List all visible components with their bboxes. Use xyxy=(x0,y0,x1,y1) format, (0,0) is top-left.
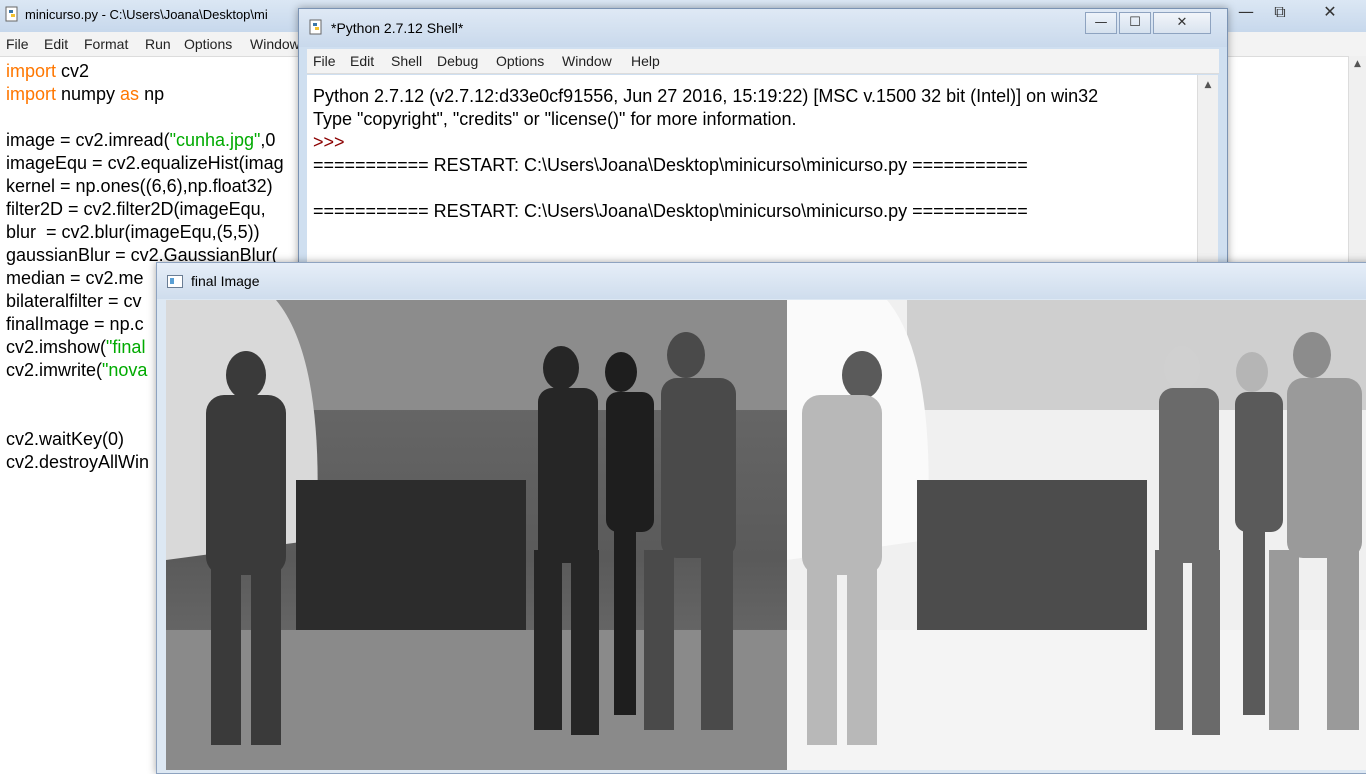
shell-restart-line-1: =========== RESTART: C:\Users\Joana\Desk… xyxy=(313,155,1028,175)
code-text: bilateralfilter = cv xyxy=(6,291,142,311)
shell-menubar: File Edit Shell Debug Options Window Hel… xyxy=(307,49,1219,74)
shell-menu-window[interactable]: Window xyxy=(562,53,612,69)
python-file-icon xyxy=(5,6,18,22)
editor-maximize-button[interactable]: ⧉ xyxy=(1260,0,1300,24)
shell-title: *Python 2.7.12 Shell* xyxy=(331,20,464,36)
code-keyword: as xyxy=(120,84,140,104)
image-window: final Image xyxy=(156,262,1366,774)
code-line[interactable]: import cv2 xyxy=(6,60,284,83)
scroll-up-arrow-icon[interactable]: ▲ xyxy=(1198,75,1218,95)
shell-version-line: Python 2.7.12 (v2.7.12:d33e0cf91556, Jun… xyxy=(313,86,1099,106)
image-window-icon xyxy=(167,275,183,288)
shell-menu-shell[interactable]: Shell xyxy=(391,53,422,69)
editor-menu-run[interactable]: Run xyxy=(145,36,171,52)
image-canvas xyxy=(166,300,1366,770)
code-string: "nova xyxy=(102,360,148,380)
code-line[interactable] xyxy=(6,106,284,129)
equalized-photo-svg xyxy=(166,300,787,770)
code-text: image = cv2.imread( xyxy=(6,130,170,150)
code-line[interactable]: imageEqu = cv2.equalizeHist(imag xyxy=(6,152,284,175)
code-string: "cunha.jpg" xyxy=(169,130,261,150)
scroll-up-arrow-icon[interactable]: ▲ xyxy=(1349,56,1366,73)
shell-menu-file[interactable]: File xyxy=(313,53,336,69)
equalized-photo xyxy=(166,300,787,770)
code-line[interactable]: import numpy as np xyxy=(6,83,284,106)
code-text: cv2.imshow( xyxy=(6,337,107,357)
python-shell-icon xyxy=(309,19,322,35)
shell-titlebar[interactable]: *Python 2.7.12 Shell* — ☐ ✕ xyxy=(299,9,1227,47)
shell-prompt: >>> xyxy=(313,132,350,152)
code-text: kernel = np.ones((6,6),np.float32) xyxy=(6,176,273,196)
shell-close-button[interactable]: ✕ xyxy=(1153,12,1211,34)
shell-menu-options[interactable]: Options xyxy=(496,53,544,69)
shell-output[interactable]: Python 2.7.12 (v2.7.12:d33e0cf91556, Jun… xyxy=(307,75,1197,271)
shell-window: *Python 2.7.12 Shell* — ☐ ✕ File Edit Sh… xyxy=(298,8,1228,272)
image-window-title: final Image xyxy=(191,273,260,289)
shell-maximize-button[interactable]: ☐ xyxy=(1119,12,1151,34)
code-text: cv2.destroyAllWin xyxy=(6,452,150,472)
editor-menu-file[interactable]: File xyxy=(6,36,29,52)
shell-menu-help[interactable]: Help xyxy=(631,53,660,69)
code-text: cv2.imwrite( xyxy=(6,360,103,380)
code-text: np xyxy=(139,84,165,104)
filtered-photo-svg xyxy=(787,300,1366,770)
image-window-titlebar[interactable]: final Image xyxy=(157,263,1366,299)
code-line[interactable]: blur = cv2.blur(imageEqu,(5,5)) xyxy=(6,221,284,244)
code-keyword: import xyxy=(6,61,57,81)
filtered-photo xyxy=(787,300,1366,770)
shell-restart-line-2: =========== RESTART: C:\Users\Joana\Desk… xyxy=(313,201,1028,221)
code-text: ,0 xyxy=(260,130,276,150)
editor-menu-format[interactable]: Format xyxy=(84,36,128,52)
shell-menu-edit[interactable]: Edit xyxy=(350,53,374,69)
editor-title: minicurso.py - C:\Users\Joana\Desktop\mi xyxy=(25,7,268,22)
code-text: blur = cv2.blur(imageEqu,(5,5)) xyxy=(6,222,260,242)
code-text: cv2.waitKey(0) xyxy=(6,429,125,449)
code-text: median = cv2.me xyxy=(6,268,144,288)
shell-minimize-button[interactable]: — xyxy=(1085,12,1117,34)
code-line[interactable]: filter2D = cv2.filter2D(imageEqu, xyxy=(6,198,284,221)
code-text: imageEqu = cv2.equalizeHist(imag xyxy=(6,153,284,173)
code-string: "final xyxy=(106,337,146,357)
code-text: finalImage = np.c xyxy=(6,314,144,334)
code-text: cv2 xyxy=(56,61,90,81)
shell-info-line: Type "copyright", "credits" or "license(… xyxy=(313,109,797,129)
code-text: numpy xyxy=(56,84,121,104)
code-line[interactable]: kernel = np.ones((6,6),np.float32) xyxy=(6,175,284,198)
editor-close-button[interactable]: ✕ xyxy=(1310,0,1350,24)
editor-menu-options[interactable]: Options xyxy=(184,36,232,52)
code-line[interactable]: image = cv2.imread("cunha.jpg",0 xyxy=(6,129,284,152)
shell-menu-debug[interactable]: Debug xyxy=(437,53,478,69)
code-keyword: import xyxy=(6,84,57,104)
editor-menu-window[interactable]: Window xyxy=(250,36,300,52)
editor-menu-edit[interactable]: Edit xyxy=(44,36,68,52)
code-text: filter2D = cv2.filter2D(imageEqu, xyxy=(6,199,266,219)
shell-scrollbar[interactable]: ▲ xyxy=(1197,75,1218,271)
